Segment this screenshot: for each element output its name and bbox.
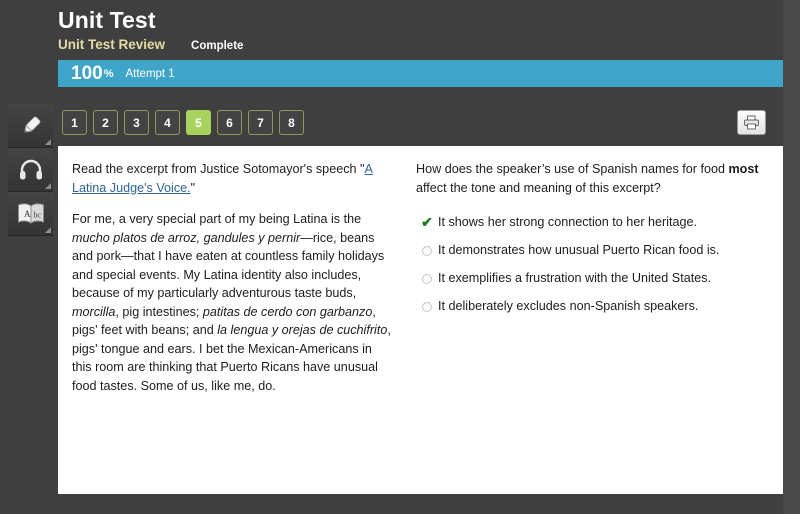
passage-column: Read the excerpt from Justice Sotomayor'… [58, 146, 408, 494]
dictionary-book-icon: A bc [17, 202, 44, 224]
answer-option-label: It shows her strong connection to her he… [438, 215, 698, 229]
answer-option-label: It exemplifies a frustration with the Un… [438, 271, 711, 285]
question-text-before: How does the speaker’s use of Spanish na… [416, 162, 729, 176]
tool-corner-indicator [45, 183, 51, 189]
checkmark-glyph: ✔ [421, 214, 433, 230]
radio-circle-icon[interactable] [422, 246, 432, 256]
question-number-8[interactable]: 8 [279, 110, 304, 135]
passage-italic-phrase: patitas de cerdo con garbanzo [202, 304, 373, 319]
radio-circle-icon[interactable] [422, 302, 432, 312]
header-subrow: Unit Test Review Complete [58, 37, 783, 52]
highlighter-tool[interactable] [8, 104, 53, 148]
passage-italic-phrase: la lengua y orejas de cuchifrito [217, 323, 388, 337]
passage-instruction: Read the excerpt from Justice Sotomayor'… [72, 160, 394, 197]
radio-button [416, 298, 438, 312]
answer-option-label: It deliberately excludes non-Spanish spe… [438, 299, 699, 313]
correct-check-icon: ✔ [416, 214, 438, 229]
status-badge: Complete [191, 40, 244, 52]
answer-option-label: It demonstrates how unusual Puerto Rican… [438, 243, 720, 257]
score-value: 100 [71, 63, 103, 84]
unit-test-page: Unit Test Unit Test Review Complete 100%… [0, 0, 800, 514]
dictionary-tool[interactable]: A bc [8, 192, 53, 236]
content-panel: Read the excerpt from Justice Sotomayor'… [58, 146, 783, 494]
instruction-text-before: Read the excerpt from Justice Sotomayor'… [72, 162, 365, 176]
test-header: Unit Test Unit Test Review Complete 100%… [58, 6, 783, 87]
question-stem: How does the speaker’s use of Spanish na… [416, 160, 767, 197]
answer-option-2[interactable]: It demonstrates how unusual Puerto Rican… [416, 242, 767, 258]
print-button[interactable] [737, 110, 766, 135]
question-number-5[interactable]: 5 [186, 110, 211, 135]
radio-circle-icon[interactable] [422, 274, 432, 284]
question-text-after: affect the tone and meaning of this exce… [416, 180, 661, 195]
answer-options: ✔ It shows her strong connection to her h… [416, 214, 767, 314]
headphones-icon [19, 159, 42, 179]
tool-corner-indicator [45, 227, 51, 233]
question-column: How does the speaker’s use of Spanish na… [408, 146, 783, 494]
question-number-nav: 12345678 [62, 110, 304, 135]
answer-option-1[interactable]: ✔ It shows her strong connection to her h… [416, 214, 767, 230]
question-number-3[interactable]: 3 [124, 110, 149, 135]
review-label: Unit Test Review [58, 37, 166, 52]
answer-option-3[interactable]: It exemplifies a frustration with the Un… [416, 270, 767, 286]
pencil-icon [23, 116, 40, 133]
question-number-4[interactable]: 4 [155, 110, 180, 135]
instruction-text-after: " [190, 180, 196, 195]
passage-text-run: For me, a very special part of my being … [72, 212, 362, 226]
radio-button [416, 242, 438, 256]
svg-text:A: A [24, 209, 31, 219]
audio-tool[interactable] [8, 148, 53, 192]
tool-corner-indicator [45, 139, 51, 145]
passage-text-run: , pig intestines; [115, 304, 203, 319]
question-emphasis: most [728, 162, 759, 176]
answer-option-4[interactable]: It deliberately excludes non-Spanish spe… [416, 298, 767, 314]
percent-symbol: % [103, 67, 114, 80]
score-bar: 100% Attempt 1 [58, 60, 783, 87]
right-edge-strip [783, 0, 800, 514]
svg-text:bc: bc [33, 210, 41, 219]
tool-rail: A bc [8, 104, 53, 236]
question-number-6[interactable]: 6 [217, 110, 242, 135]
page-title: Unit Test [58, 7, 156, 33]
printer-icon [744, 115, 759, 130]
passage-italic-phrase: morcilla [72, 304, 116, 319]
passage-body: For me, a very special part of my being … [72, 210, 394, 395]
question-number-7[interactable]: 7 [248, 110, 273, 135]
passage-italic-phrase: mucho platos de arroz, gandules y pernir [72, 230, 301, 245]
question-number-1[interactable]: 1 [62, 110, 87, 135]
attempt-label: Attempt 1 [125, 67, 175, 80]
question-number-2[interactable]: 2 [93, 110, 118, 135]
radio-button [416, 270, 438, 284]
